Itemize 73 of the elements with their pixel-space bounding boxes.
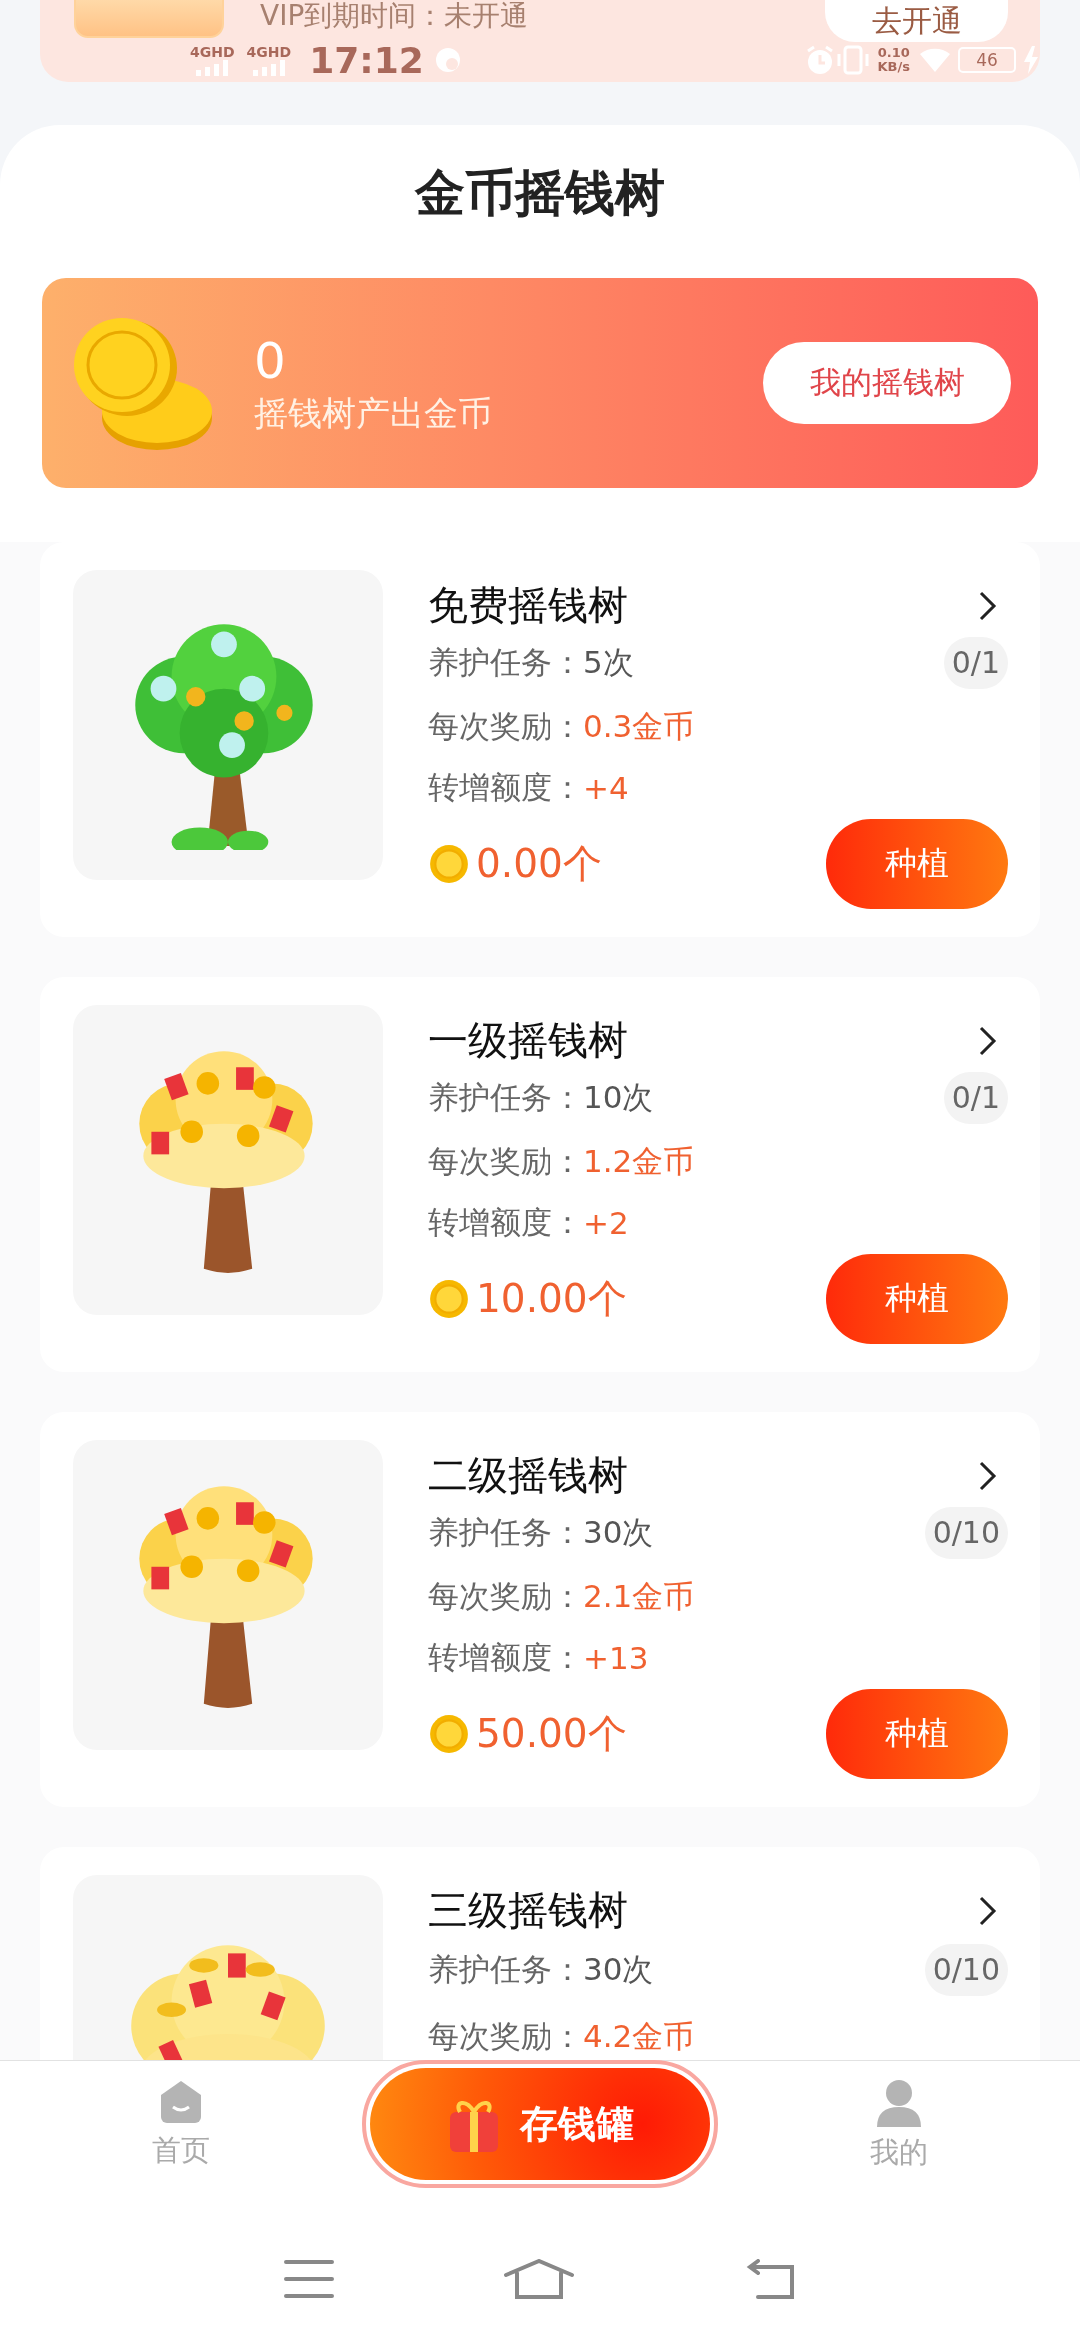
tree-name: 免费摇钱树 bbox=[428, 581, 628, 630]
home-icon bbox=[159, 2079, 203, 2125]
coin-amount-label: 摇钱树产出金币 bbox=[254, 392, 492, 435]
network-speed-value: 0.10 bbox=[877, 46, 910, 60]
coin-amount: 0 bbox=[254, 331, 287, 391]
profile-icon bbox=[875, 2079, 923, 2127]
nav-tab[interactable]: 首页 bbox=[0, 2061, 362, 2215]
chevron-right-icon bbox=[978, 1025, 998, 1057]
quota-value: +2 bbox=[583, 1205, 629, 1242]
plant-button[interactable]: 种植 bbox=[826, 1254, 1008, 1344]
weather-icon bbox=[433, 46, 462, 74]
page-title: 金币摇钱树 bbox=[413, 163, 666, 224]
plant-button[interactable]: 种植 bbox=[826, 1689, 1008, 1779]
reward-value: 0.3金币 bbox=[583, 707, 695, 747]
field-label: 养护任务： bbox=[428, 1513, 583, 1553]
tree-price: 0.00个 bbox=[476, 840, 602, 888]
network-speed-unit: KB/s bbox=[877, 60, 910, 74]
reward-value: 1.2金币 bbox=[583, 1142, 695, 1182]
reward-value: 4.2金币 bbox=[583, 2017, 695, 2056]
clock-time: 17:12 bbox=[309, 39, 424, 81]
quota-value: +13 bbox=[583, 1640, 649, 1677]
wifi-icon bbox=[918, 46, 952, 74]
charging-icon bbox=[1022, 46, 1040, 74]
piggy-bank-button[interactable]: 存钱罐 bbox=[370, 2068, 710, 2180]
field-label: 养护任务： bbox=[428, 643, 583, 683]
field-label: 每次奖励： bbox=[428, 1577, 583, 1617]
progress-badge: 0/10 bbox=[924, 1944, 1008, 1996]
field-label: 每次奖励： bbox=[428, 1142, 583, 1182]
progress-badge: 0/10 bbox=[924, 1507, 1008, 1560]
coin-icon bbox=[428, 843, 470, 885]
coin-icon bbox=[428, 1713, 470, 1755]
tree-card[interactable]: 免费摇钱树 养护任务：5次 0/1 每次奖励：0.3金币 转增额度：+4 0.00个 种植 bbox=[40, 542, 1040, 937]
field-label: 养护任务： bbox=[428, 1078, 583, 1118]
my-trees-button[interactable]: 我的摇钱树 bbox=[763, 342, 1011, 424]
task-value: 30次 bbox=[583, 1513, 654, 1553]
signal-icon bbox=[196, 59, 229, 76]
field-label: 养护任务： bbox=[428, 1950, 583, 1989]
vip-expiry-text: VIP到期时间：未开通 bbox=[260, 0, 529, 32]
progress-badge: 0/1 bbox=[943, 637, 1008, 690]
coin-icon bbox=[428, 1278, 470, 1320]
signal-icon bbox=[252, 59, 285, 76]
menu-icon[interactable] bbox=[284, 2259, 335, 2299]
tree-card[interactable]: 二级摇钱树 养护任务：30次 0/10 每次奖励：2.1金币 转增额度：+13 50.00个 种植 bbox=[40, 1412, 1040, 1807]
tree-name: 三级摇钱树 bbox=[428, 1886, 628, 1935]
tree-name: 二级摇钱树 bbox=[428, 1451, 628, 1500]
tree-price: 50.00个 bbox=[476, 1710, 627, 1758]
progress-badge: 0/1 bbox=[943, 1072, 1008, 1125]
chevron-right-icon bbox=[978, 1460, 998, 1492]
tree-card[interactable]: 一级摇钱树 养护任务：10次 0/1 每次奖励：1.2金币 转增额度：+2 10.00个 种植 bbox=[40, 977, 1040, 1372]
field-label: 转增额度： bbox=[428, 1638, 583, 1678]
vibrate-icon bbox=[835, 45, 870, 75]
task-value: 30次 bbox=[583, 1950, 654, 1989]
field-label: 转增额度： bbox=[428, 768, 583, 808]
field-label: 每次奖励： bbox=[428, 707, 583, 747]
chevron-right-icon bbox=[978, 1895, 998, 1927]
reward-value: 2.1金币 bbox=[583, 1577, 695, 1617]
field-label: 转增额度： bbox=[428, 1203, 583, 1243]
plant-button[interactable]: 种植 bbox=[826, 819, 1008, 909]
nav-tab[interactable]: 我的 bbox=[718, 2061, 1080, 2215]
network-type-label: 4GHD bbox=[190, 44, 235, 60]
task-value: 5次 bbox=[583, 643, 634, 683]
piggy-bank-label: 存钱罐 bbox=[520, 2100, 634, 2148]
task-value: 10次 bbox=[583, 1078, 654, 1118]
home-icon[interactable] bbox=[503, 2259, 575, 2301]
tree-name: 一级摇钱树 bbox=[428, 1016, 628, 1065]
chevron-right-icon bbox=[978, 590, 998, 622]
field-label: 每次奖励： bbox=[428, 2017, 583, 2056]
quota-value: +4 bbox=[583, 770, 629, 807]
network-type-label: 4GHD bbox=[246, 44, 292, 60]
tree-price: 10.00个 bbox=[476, 1275, 627, 1323]
tree-card[interactable]: 三级摇钱树 养护任务：30次 0/10 每次奖励：4.2金币 bbox=[40, 1847, 1040, 2060]
battery-icon: 46 bbox=[958, 47, 1016, 73]
activate-button[interactable]: 去开通 bbox=[825, 0, 1008, 42]
